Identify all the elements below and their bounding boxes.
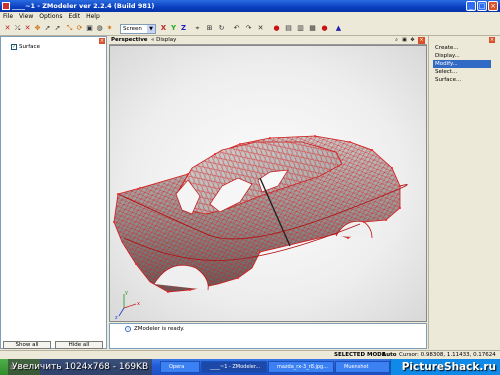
axis-y-lock-icon[interactable]: Y [169,24,178,33]
undo-icon[interactable]: ↶ [232,24,241,33]
save-icon[interactable]: ▥ [296,24,305,33]
show-all-button[interactable]: Show all [3,341,51,349]
tab-perspective[interactable]: Perspective [111,37,148,43]
command-panel: × Create... Display... Modify... Select.… [428,36,500,349]
grid-icon[interactable]: ⊞ [205,24,214,33]
select-vertex-icon[interactable]: ✕ [3,24,12,33]
zoom-extents-icon[interactable]: ▣ [401,37,408,44]
cursor-icon[interactable]: ➚ [43,24,52,33]
sphere-icon[interactable]: ◍ [95,24,104,33]
viewport-3d[interactable]: y x z [109,45,427,322]
viewport-header: Perspective « Display ⌕ ▣ ✥ × [109,36,427,45]
axis-x-lock-icon[interactable]: X [159,24,168,33]
close-button[interactable]: × [488,1,498,11]
create-icon[interactable]: ✶ [105,24,114,33]
window-titlebar: ____~1 - ZModeler ver 2.2.4 (Build 981) … [0,0,500,12]
task-opera[interactable]: Opera [160,361,200,373]
menu-surface[interactable]: Surface... [433,76,491,84]
system-tray: PictureShack.ru [390,359,500,375]
window-title: ____~1 - ZModeler ver 2.2.4 (Build 981) [12,2,155,10]
menu-help[interactable]: Help [86,12,100,22]
record-icon[interactable]: ● [320,24,329,33]
delete-icon[interactable]: ✕ [256,24,265,33]
scale-icon[interactable]: ⤡ [65,24,74,33]
open-file-icon[interactable]: ▤ [284,24,293,33]
watermark-text: PictureShack.ru [401,361,496,373]
maximize-button[interactable]: □ [477,1,487,11]
redo-icon[interactable]: ↷ [244,24,253,33]
axis-z-label: z [115,315,118,321]
rotate-icon[interactable]: ⟳ [75,24,84,33]
task-zmodeler[interactable]: ____~1 - ZModeler... [201,361,267,373]
menu-select[interactable]: Select... [433,68,491,76]
rotate-view-icon[interactable]: ↻ [217,24,226,33]
axis-z-lock-icon[interactable]: Z [179,24,188,33]
stop-icon[interactable]: ● [272,24,281,33]
save-as-icon[interactable]: ▦ [308,24,317,33]
tree-item-surface[interactable]: ✓ Surface [11,44,40,50]
chevron-down-icon: ▼ [147,25,155,33]
move-icon[interactable]: ✥ [33,24,42,33]
menu-bar: File View Options Edit Help [0,12,500,22]
menu-modify[interactable]: Modify... [433,60,491,68]
close-icon[interactable]: × [489,37,495,43]
pan-icon[interactable]: ✥ [409,37,416,44]
menu-create[interactable]: Create... [433,44,491,52]
info-icon: i [125,326,131,332]
snap-icon[interactable]: ⌖ [193,24,202,33]
triangle-icon[interactable]: ▲ [334,24,343,33]
zoom-icon[interactable]: ⌕ [393,37,400,44]
console-message: ZModeler is ready. [134,326,185,332]
axis-y-label: y [125,290,128,296]
close-icon[interactable]: × [99,38,105,44]
object-tree-panel: × ✓ Surface [0,36,107,349]
menu-file[interactable]: File [3,12,13,22]
pointer-icon[interactable]: ➚ [53,24,62,33]
car-wireframe-model: y x z [113,135,408,321]
menu-view[interactable]: View [19,12,33,22]
axis-x-label: x [137,301,140,307]
box-icon[interactable]: ▣ [85,24,94,33]
menu-display[interactable]: Display... [433,52,491,60]
close-icon[interactable]: × [418,37,425,44]
checkbox-checked-icon[interactable]: ✓ [11,44,17,50]
console-panel: i ZModeler is ready. [109,323,427,349]
select-face-icon[interactable]: ⤯ [13,24,22,33]
hide-all-button[interactable]: Hide all [55,341,103,349]
status-auto: Auto [382,352,397,358]
display-menu[interactable]: « Display [151,37,176,43]
menu-options[interactable]: Options [39,12,62,22]
menu-edit[interactable]: Edit [68,12,80,22]
task-snapshot[interactable]: Мuenshot [335,361,390,373]
view-select[interactable]: Screen ▼ [120,24,156,34]
task-image-viewer[interactable]: mazda_rx-3_r8.jpg... [268,361,334,373]
minimize-button[interactable]: _ [466,1,476,11]
toolbar: ✕ ⤯ ✕ ✥ ➚ ➚ ⤡ ⟳ ▣ ◍ ✶ Screen ▼ X Y Z ⌖ ⊞… [0,22,500,36]
select-object-icon[interactable]: ✕ [23,24,32,33]
app-icon [2,2,10,10]
status-bar: SELECTED MODE Auto Cursor: 0.98308, 1.11… [0,350,500,359]
status-mode: SELECTED MODE [334,352,386,358]
status-cursor: Cursor: 0.98308, 1.11433, 0.17624 [399,352,496,358]
axis-gizmo: y x z [115,290,140,321]
image-size-caption[interactable]: Увеличить 1024x768 - 169KB [8,359,153,375]
